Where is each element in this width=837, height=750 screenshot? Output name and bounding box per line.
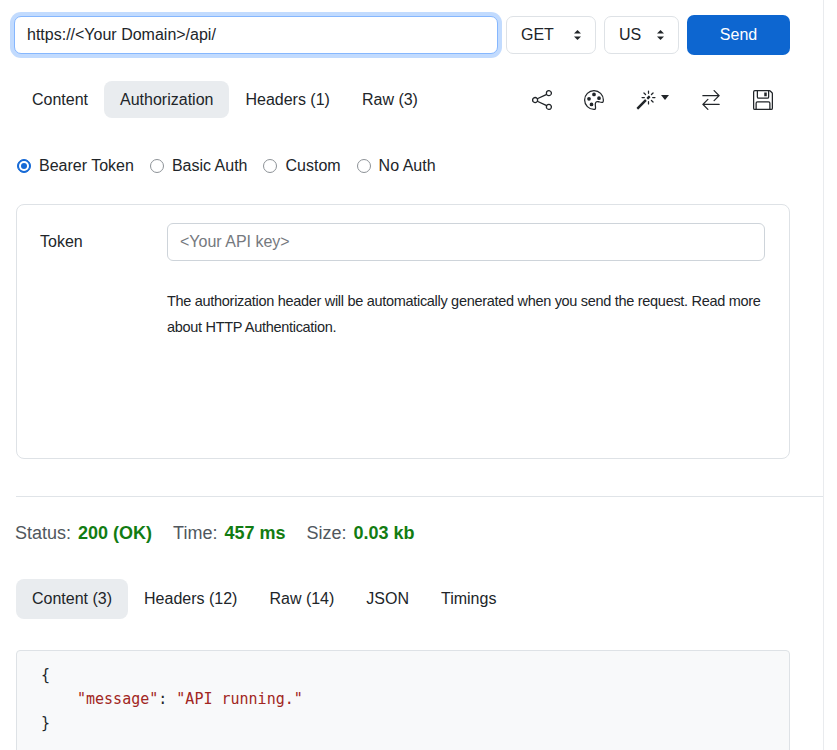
toolbar-icons bbox=[532, 90, 773, 110]
tab-raw[interactable]: Raw (3) bbox=[346, 81, 434, 118]
json-key: "message" bbox=[77, 690, 158, 708]
magic-wand-icon bbox=[636, 90, 656, 110]
radio-circle-checked[interactable] bbox=[17, 159, 31, 173]
tab-response-content[interactable]: Content (3) bbox=[16, 579, 128, 619]
radio-custom[interactable]: Custom bbox=[263, 157, 340, 175]
auth-help-line: about HTTP Authentication. bbox=[167, 314, 785, 340]
token-row: Token bbox=[17, 205, 789, 261]
auth-panel: Token The authorization header will be a… bbox=[16, 204, 790, 459]
tab-response-json[interactable]: JSON bbox=[350, 579, 425, 619]
beautify-dropdown[interactable] bbox=[636, 90, 669, 110]
section-divider bbox=[16, 496, 823, 497]
method-select[interactable]: GET bbox=[506, 16, 596, 54]
radio-circle[interactable] bbox=[263, 159, 277, 173]
auth-help-line: The authorization header will be automat… bbox=[167, 288, 785, 314]
time-label: Time: bbox=[173, 520, 217, 547]
json-value: "API running." bbox=[176, 690, 302, 708]
region-select[interactable]: US bbox=[604, 16, 679, 54]
auth-type-options: Bearer Token Basic Auth Custom No Auth bbox=[17, 156, 837, 176]
chevron-expand-icon bbox=[655, 28, 666, 42]
response-body: {"message": "API running."} bbox=[17, 651, 789, 735]
code-line: } bbox=[41, 711, 773, 735]
request-tabs: Content Authorization Headers (1) Raw (3… bbox=[16, 81, 790, 118]
radio-label: Basic Auth bbox=[172, 157, 248, 175]
palette-icon[interactable] bbox=[584, 90, 604, 110]
page-right-divider bbox=[823, 0, 824, 750]
caret-down-icon bbox=[661, 95, 669, 100]
tab-content[interactable]: Content bbox=[16, 81, 104, 118]
tab-response-headers[interactable]: Headers (12) bbox=[128, 579, 253, 619]
size-value: 0.03 kb bbox=[354, 520, 415, 547]
tab-headers[interactable]: Headers (1) bbox=[229, 81, 345, 118]
time-item: Time: 457 ms bbox=[173, 520, 285, 547]
response-tabs: Content (3) Headers (12) Raw (14) JSON T… bbox=[16, 579, 790, 619]
auth-help-text: The authorization header will be automat… bbox=[167, 288, 785, 340]
radio-label: Custom bbox=[285, 157, 340, 175]
method-select-value: GET bbox=[521, 26, 554, 44]
send-button[interactable]: Send bbox=[687, 15, 790, 55]
time-value: 457 ms bbox=[224, 520, 285, 547]
region-select-value: US bbox=[619, 26, 641, 44]
tab-response-timings[interactable]: Timings bbox=[425, 579, 512, 619]
token-input[interactable] bbox=[167, 223, 765, 261]
tab-response-raw[interactable]: Raw (14) bbox=[253, 579, 350, 619]
share-icon[interactable] bbox=[532, 90, 552, 110]
status-label: Status: bbox=[15, 520, 71, 547]
tab-authorization[interactable]: Authorization bbox=[104, 81, 229, 118]
size-label: Size: bbox=[306, 520, 346, 547]
token-label: Token bbox=[40, 233, 167, 251]
save-icon[interactable] bbox=[753, 90, 773, 110]
radio-circle[interactable] bbox=[357, 159, 371, 173]
swap-arrows-icon[interactable] bbox=[701, 90, 721, 110]
response-body-panel: {"message": "API running."} bbox=[16, 650, 790, 750]
radio-label: No Auth bbox=[379, 157, 436, 175]
radio-no-auth[interactable]: No Auth bbox=[357, 157, 436, 175]
size-item: Size: 0.03 kb bbox=[306, 520, 414, 547]
request-bar: GET US Send bbox=[14, 15, 790, 55]
url-input[interactable] bbox=[14, 16, 498, 54]
code-line: "message": "API running." bbox=[41, 687, 773, 711]
code-line: { bbox=[41, 663, 773, 687]
radio-basic-auth[interactable]: Basic Auth bbox=[150, 157, 248, 175]
response-status-bar: Status: 200 (OK) Time: 457 ms Size: 0.03… bbox=[15, 520, 837, 547]
radio-circle[interactable] bbox=[150, 159, 164, 173]
status-item: Status: 200 (OK) bbox=[15, 520, 152, 547]
status-value: 200 (OK) bbox=[78, 520, 152, 547]
radio-bearer-token[interactable]: Bearer Token bbox=[17, 157, 134, 175]
radio-label: Bearer Token bbox=[39, 157, 134, 175]
chevron-expand-icon bbox=[572, 28, 583, 42]
